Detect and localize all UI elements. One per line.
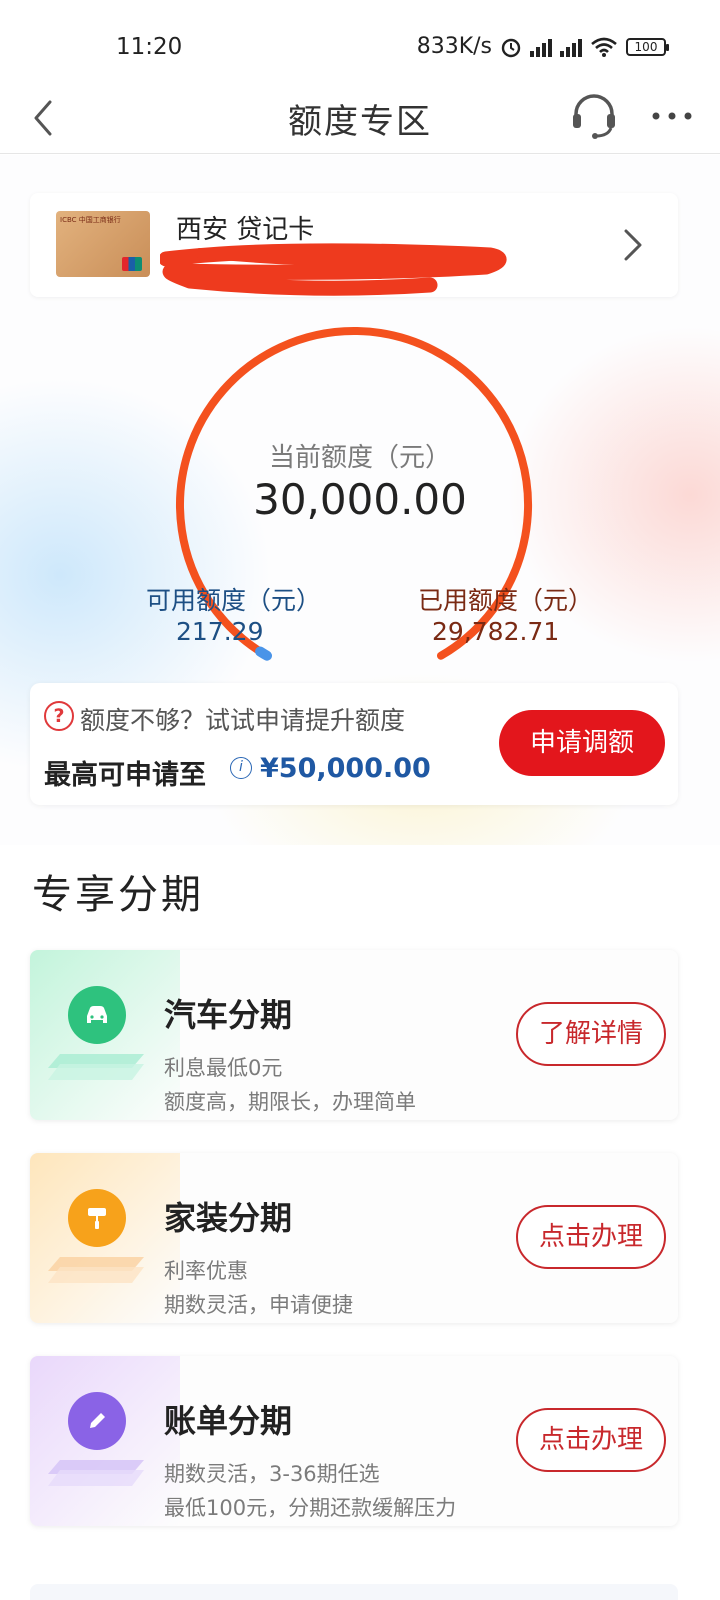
card-selector[interactable]: ICBC 中国工商银行 西安 贷记卡 (30, 193, 678, 297)
product-description: 期数灵活，申请便捷 (164, 1293, 353, 1317)
more-icon[interactable] (648, 98, 696, 134)
used-limit-label: 已用额度（元） (418, 586, 594, 615)
battery-icon: 100 (626, 37, 669, 56)
alarm-icon (501, 38, 521, 57)
car-icon (68, 986, 126, 1044)
product-subtitle: 利率优惠 (164, 1259, 248, 1283)
unionpay-icon (122, 257, 142, 271)
wifi-icon (591, 37, 617, 57)
raise-limit-card: ? 额度不够？试试申请提升额度 最高可申请至 i ¥50,000.00 申请调额 (30, 683, 678, 805)
status-indicators: 833K/s 100 (416, 34, 669, 59)
paint-roller-icon (68, 1189, 126, 1247)
available-limit-value: 217.29 (176, 617, 264, 646)
max-limit-amount: ¥50,000.00 (260, 753, 431, 784)
status-time: 11:20 (116, 34, 183, 60)
customer-service-icon[interactable] (568, 90, 620, 142)
apply-button[interactable]: 点击办理 (516, 1408, 666, 1472)
current-limit-label: 当前额度（元） (268, 443, 451, 473)
raise-limit-prompt: 额度不够？试试申请提升额度 (80, 706, 406, 735)
plate-decoration (48, 1257, 144, 1283)
learn-more-button[interactable]: 了解详情 (516, 1002, 666, 1066)
product-description: 最低100元，分期还款缓解压力 (164, 1496, 457, 1520)
gauge-available-arc (255, 646, 272, 661)
redaction-scribble (160, 243, 507, 296)
available-limit-label: 可用额度（元） (146, 586, 322, 615)
product-description: 额度高，期限长，办理简单 (164, 1090, 416, 1114)
signal-icon-2 (560, 37, 582, 57)
max-limit-label: 最高可申请至 (44, 760, 206, 791)
status-bar: 11:20 833K/s 100 (0, 0, 720, 84)
pencil-icon (68, 1392, 126, 1450)
next-card-peek (30, 1584, 678, 1600)
credit-overview: ICBC 中国工商银行 西安 贷记卡 当前额度（元） 30,000.00 可用额… (0, 155, 720, 845)
used-limit-value: 29,782.71 (432, 617, 560, 646)
nav-bar: 额度专区 (0, 84, 720, 154)
product-title: 账单分期 (164, 1402, 293, 1440)
bank-logo: ICBC 中国工商银行 (60, 216, 121, 224)
apply-raise-button[interactable]: 申请调额 (499, 710, 665, 776)
product-subtitle: 期数灵活，3-36期任选 (164, 1462, 380, 1486)
product-card-car[interactable]: 汽车分期 利息最低0元 额度高，期限长，办理简单 了解详情 (30, 950, 678, 1120)
network-speed: 833K/s (416, 34, 492, 59)
product-title: 汽车分期 (164, 996, 293, 1034)
signal-icon (530, 37, 552, 57)
product-subtitle: 利息最低0元 (164, 1056, 283, 1080)
info-icon[interactable]: i (230, 757, 252, 779)
question-icon: ? (44, 701, 74, 731)
current-limit-value: 30,000.00 (253, 475, 467, 524)
section-title: 专享分期 (32, 872, 204, 918)
plate-decoration (48, 1460, 144, 1486)
product-card-bill[interactable]: 账单分期 期数灵活，3-36期任选 最低100元，分期还款缓解压力 点击办理 (30, 1356, 678, 1526)
apply-button[interactable]: 点击办理 (516, 1205, 666, 1269)
product-card-home-decor[interactable]: 家装分期 利率优惠 期数灵活，申请便捷 点击办理 (30, 1153, 678, 1323)
card-thumbnail: ICBC 中国工商银行 (56, 211, 150, 277)
product-title: 家装分期 (164, 1199, 293, 1237)
plate-decoration (48, 1054, 144, 1080)
chevron-right-icon (624, 229, 642, 261)
